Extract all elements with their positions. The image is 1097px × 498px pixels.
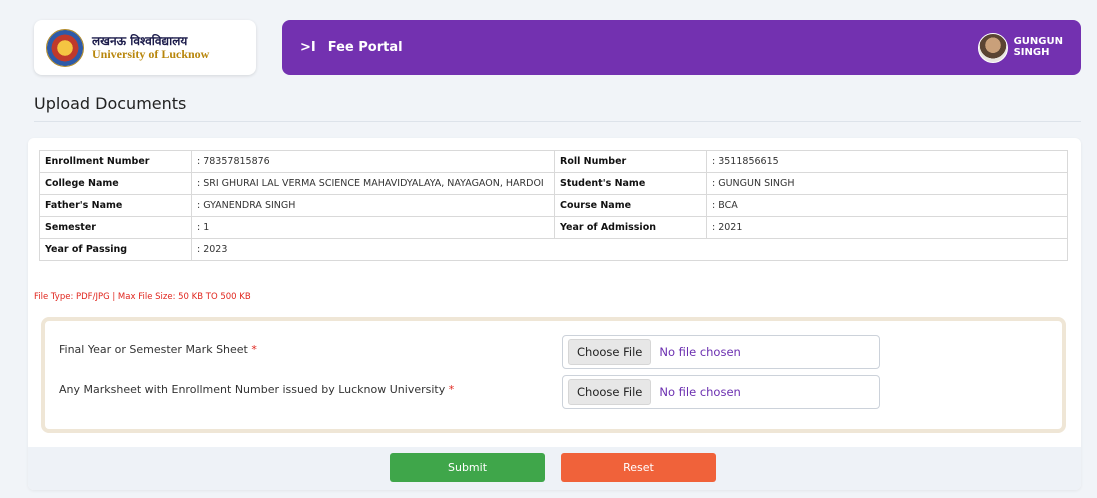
year-of-admission-label: Year of Admission — [554, 216, 707, 239]
logo-text: लखनऊ विश्वविद्यालय University of Lucknow — [92, 35, 209, 60]
father-name-value: : GYANENDRA SINGH — [191, 194, 555, 217]
user-last-name: SINGH — [1013, 46, 1050, 58]
marksheet-upload-label: Final Year or Semester Mark Sheet * — [59, 343, 257, 356]
roll-number-value: : 3511856615 — [706, 150, 1068, 173]
student-name-value: : GUNGUN SINGH — [706, 172, 1068, 195]
upload-section — [41, 317, 1066, 433]
year-of-passing-label: Year of Passing — [39, 238, 192, 261]
user-first-name: GUNGUN — [1013, 36, 1063, 47]
year-of-admission-value: : 2021 — [706, 216, 1068, 239]
table-row: Enrollment Number : 78357815876 Roll Num… — [39, 150, 1068, 173]
user-name: GUNGUN SINGH — [1013, 36, 1063, 58]
avatar[interactable] — [977, 32, 1008, 63]
enrollment-marksheet-upload-label-text: Any Marksheet with Enrollment Number iss… — [59, 383, 446, 396]
table-row: College Name : SRI GHURAI LAL VERMA SCIE… — [39, 172, 1068, 195]
enrollment-marksheet-upload-label: Any Marksheet with Enrollment Number iss… — [59, 383, 454, 396]
choose-file-button[interactable]: Choose File — [568, 379, 652, 405]
page-title: Upload Documents — [34, 94, 187, 113]
enrollment-label: Enrollment Number — [39, 150, 192, 173]
required-marker: * — [251, 343, 257, 356]
roll-number-label: Roll Number — [554, 150, 707, 173]
file-status: No file chosen — [659, 345, 741, 359]
header-bar: >I Fee Portal GUNGUN SINGH — [282, 20, 1081, 75]
logo-hindi-text: लखनऊ विश्वविद्यालय — [92, 33, 188, 48]
reset-button[interactable]: Reset — [561, 453, 716, 482]
table-row: Year of Passing : 2023 — [39, 238, 1068, 261]
file-status: No file chosen — [659, 385, 741, 399]
choose-file-button[interactable]: Choose File — [568, 339, 652, 365]
university-logo-card[interactable]: लखनऊ विश्वविद्यालय University of Lucknow — [34, 20, 256, 75]
college-name-label: College Name — [39, 172, 192, 195]
required-marker: * — [448, 383, 455, 396]
user-menu[interactable]: GUNGUN SINGH — [977, 32, 1063, 63]
semester-value: : 1 — [191, 216, 555, 239]
enrollment-marksheet-file-input[interactable]: Choose File No file chosen — [562, 375, 880, 409]
marksheet-upload-label-text: Final Year or Semester Mark Sheet — [59, 343, 248, 356]
logo-english-text: University of Lucknow — [92, 46, 210, 61]
file-type-note: File Type: PDF/JPG | Max File Size: 50 K… — [34, 292, 251, 302]
marksheet-file-input[interactable]: Choose File No file chosen — [562, 335, 880, 369]
table-row: Semester : 1 Year of Admission : 2021 — [39, 216, 1068, 239]
course-name-value: : BCA — [706, 194, 1068, 217]
table-row: Father's Name : GYANENDRA SINGH Course N… — [39, 194, 1068, 217]
enrollment-value: : 78357815876 — [191, 150, 555, 173]
submit-button[interactable]: Submit — [390, 453, 545, 482]
student-info-table: Enrollment Number : 78357815876 Roll Num… — [39, 150, 1068, 261]
student-name-label: Student's Name — [554, 172, 707, 195]
title-divider — [34, 121, 1081, 122]
course-name-label: Course Name — [554, 194, 707, 217]
university-seal-icon — [46, 28, 84, 67]
portal-title: Fee Portal — [327, 40, 403, 55]
college-name-value: : SRI GHURAI LAL VERMA SCIENCE MAHAVIDYA… — [191, 172, 555, 195]
form-actions-bar — [28, 447, 1081, 490]
sidebar-toggle-icon[interactable]: >I — [300, 40, 316, 55]
father-name-label: Father's Name — [39, 194, 192, 217]
semester-label: Semester — [39, 216, 192, 239]
year-of-passing-value: : 2023 — [191, 238, 1068, 261]
